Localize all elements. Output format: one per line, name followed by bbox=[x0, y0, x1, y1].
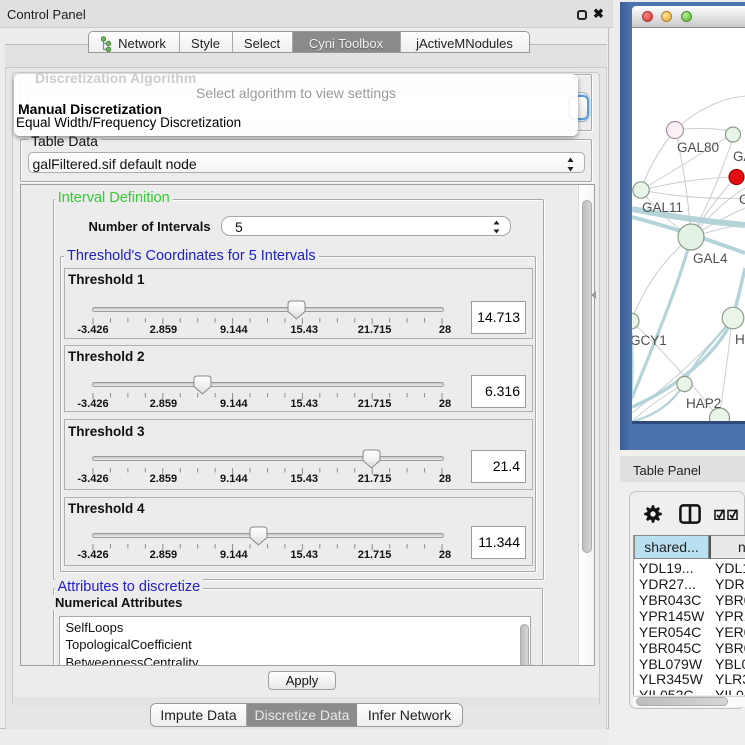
svg-text:HAP2: HAP2 bbox=[686, 396, 721, 411]
svg-text:GCY1: GCY1 bbox=[632, 333, 667, 348]
svg-text:GAL11: GAL11 bbox=[642, 200, 683, 215]
svg-text:GA: GA bbox=[733, 149, 745, 164]
svg-text:H: H bbox=[735, 332, 745, 347]
svg-text:GAL4: GAL4 bbox=[693, 251, 728, 266]
svg-text:C: C bbox=[739, 192, 745, 207]
svg-text:GAL80: GAL80 bbox=[677, 140, 719, 155]
